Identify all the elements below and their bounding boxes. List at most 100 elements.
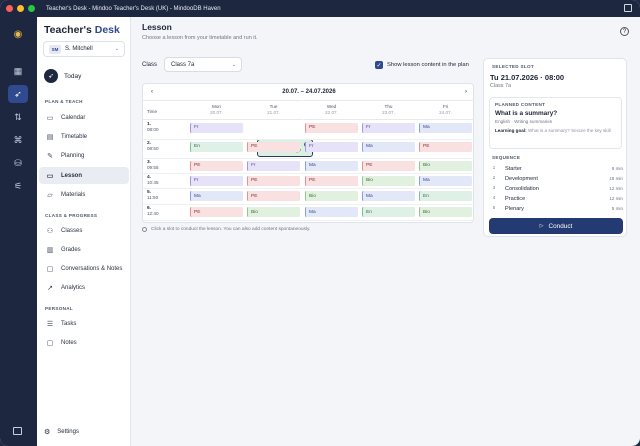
day-header: Fri 24.07. — [417, 100, 474, 120]
lesson-cell[interactable]: Ma — [419, 175, 472, 186]
sliders-icon[interactable]: ⚟ — [8, 177, 28, 195]
pencil-icon: ✎ — [47, 152, 53, 160]
nav-timetable[interactable]: ▤ Timetable — [39, 128, 129, 145]
chat-icon: ▢ — [46, 265, 54, 273]
lesson-cell[interactable]: Fr — [190, 175, 243, 186]
help-icon[interactable]: ? — [620, 27, 629, 36]
sidebar-toggle-icon[interactable] — [13, 427, 22, 435]
week-navigator: ‹ 20.07. – 24.07.2026 › — [143, 84, 475, 100]
lesson-cell[interactable]: Fr — [362, 122, 415, 133]
lesson-cell[interactable]: PE — [305, 175, 358, 186]
lesson-cell[interactable]: Ma — [190, 191, 243, 201]
lesson-cell[interactable]: PE — [190, 207, 243, 217]
page-title: Lesson — [142, 22, 172, 32]
bar-chart-icon: ▥ — [46, 246, 54, 254]
lesson-cell[interactable]: En — [419, 191, 472, 201]
chevron-down-icon: ⌄ — [231, 61, 236, 68]
day-header: Thu 23.07. — [360, 100, 417, 120]
lesson-cell[interactable]: PE — [362, 160, 415, 171]
brand-title: Teacher's Desk — [44, 24, 120, 36]
time-header: Time — [143, 100, 188, 120]
avatar: SM — [49, 44, 61, 54]
users-icon: ⚇ — [46, 227, 54, 235]
hint-text: Click a slot to conduct the lesson. You … — [142, 227, 310, 232]
lesson-cell[interactable]: PE — [247, 141, 300, 152]
lesson-cell[interactable]: PE — [247, 175, 300, 186]
nav-lesson[interactable]: ▭ Lesson — [39, 167, 129, 184]
nav-classes[interactable]: ⚇ Classes — [39, 222, 129, 239]
lesson-cell[interactable]: Bio — [362, 175, 415, 186]
lesson-cell[interactable]: PE — [190, 160, 243, 171]
sequence-step: 2 Development 18 min — [492, 175, 623, 182]
timetable-grid: ‹ 20.07. – 24.07.2026 › Time En What is … — [142, 83, 475, 223]
nav-grades[interactable]: ▥ Grades — [39, 241, 129, 258]
close-window-button[interactable] — [6, 5, 13, 12]
lesson-cell[interactable]: Ma — [305, 160, 358, 171]
chevron-right-icon[interactable]: › — [465, 89, 467, 95]
slot-class: Class 7a — [490, 83, 511, 89]
page-subtitle: Choose a lesson from your timetable and … — [142, 35, 258, 41]
lesson-cell[interactable]: Ma — [419, 122, 472, 133]
lesson-cell[interactable]: Fr — [305, 141, 358, 152]
period-label: 1. 08:00 — [147, 122, 159, 132]
week-range: 20.07. – 24.07.2026 — [282, 89, 336, 95]
rocket-icon: ➶ — [44, 69, 58, 83]
note-icon: ▢ — [46, 339, 54, 347]
lesson-cell[interactable]: Fr — [190, 122, 243, 133]
calendar-icon: ▭ — [46, 114, 54, 122]
lesson-cell[interactable]: Bio — [419, 207, 472, 217]
class-select[interactable]: Class 7a ⌄ — [164, 57, 242, 72]
expand-icon[interactable] — [624, 4, 632, 12]
selected-slot-label: SELECTED SLOT — [492, 64, 534, 69]
planned-content-card: PLANNED CONTENT What is a summary? Engli… — [489, 97, 622, 149]
nav-notes[interactable]: ▢ Notes — [39, 334, 129, 351]
section-class: CLASS & PROGRESS — [45, 213, 98, 218]
nav-today[interactable]: ➶ Today — [44, 69, 81, 83]
chevron-down-icon: ⌄ — [114, 46, 119, 52]
lesson-cell[interactable]: En — [190, 141, 243, 152]
section-plan: PLAN & TEACH — [45, 99, 83, 104]
grid-icon[interactable]: ▦ — [8, 62, 28, 80]
row-divider — [143, 188, 475, 189]
database-icon[interactable]: ⛁ — [8, 154, 28, 172]
conduct-button[interactable]: ▷ Conduct — [489, 218, 623, 234]
lesson-cell[interactable]: Bio — [305, 191, 358, 201]
nav-calendar[interactable]: ▭ Calendar — [39, 109, 129, 126]
lesson-cell[interactable]: Fr — [247, 160, 300, 171]
chevron-left-icon[interactable]: ‹ — [151, 89, 153, 95]
lesson-cell[interactable]: En — [362, 207, 415, 217]
nav-materials[interactable]: ▱ Materials — [39, 186, 129, 203]
lesson-cell[interactable]: Ma — [362, 141, 415, 152]
lesson-cell[interactable]: PE — [419, 141, 472, 152]
nav-planning[interactable]: ✎ Planning — [39, 147, 129, 164]
nav-analytics[interactable]: ↗ Analytics — [39, 279, 129, 296]
network-icon[interactable]: ⌘ — [8, 131, 28, 149]
lesson-cell[interactable]: Ma — [305, 207, 358, 217]
period-label: 6. 12:40 — [147, 206, 159, 216]
lesson-cell[interactable]: Bio — [247, 207, 300, 217]
sequence-step: 1 Starter 8 min — [492, 165, 623, 172]
lesson-cell[interactable]: PE — [247, 191, 300, 201]
window-title: Teacher's Desk - Mindoo Teacher's Desk (… — [46, 5, 221, 12]
app-window: Teacher's Desk - Mindoo Teacher's Desk (… — [0, 0, 640, 446]
minimize-window-button[interactable] — [17, 5, 24, 12]
nav-settings[interactable]: ⚙ Settings — [44, 428, 79, 436]
section-personal: PERSONAL — [45, 306, 73, 311]
user-switcher[interactable]: SM S. Mitchell ⌄ — [43, 41, 125, 57]
show-content-checkbox[interactable]: ✓ — [375, 61, 383, 69]
sync-icon[interactable]: ⇅ — [8, 108, 28, 126]
maximize-window-button[interactable] — [28, 5, 35, 12]
lesson-cell[interactable]: PE — [305, 122, 358, 133]
row-divider — [143, 158, 475, 159]
show-content-label: Show lesson content in the plan — [387, 62, 469, 68]
nav-tasks[interactable]: ☰ Tasks — [39, 315, 129, 332]
lesson-cell[interactable]: Bio — [419, 160, 472, 171]
slot-datetime: Tu 21.07.2026 · 08:00 — [490, 73, 565, 82]
lesson-cell[interactable]: Ma — [362, 191, 415, 201]
title-bar: Teacher's Desk - Mindoo Teacher's Desk (… — [0, 0, 640, 17]
info-icon — [142, 227, 147, 232]
rocket-icon[interactable]: ➶ — [8, 85, 28, 103]
learning-goal: Learning goal: What is a summary? Secure… — [495, 128, 611, 133]
nav-conversations[interactable]: ▢ Conversations & Notes — [39, 260, 129, 277]
period-label: 5. 11:50 — [147, 190, 159, 200]
